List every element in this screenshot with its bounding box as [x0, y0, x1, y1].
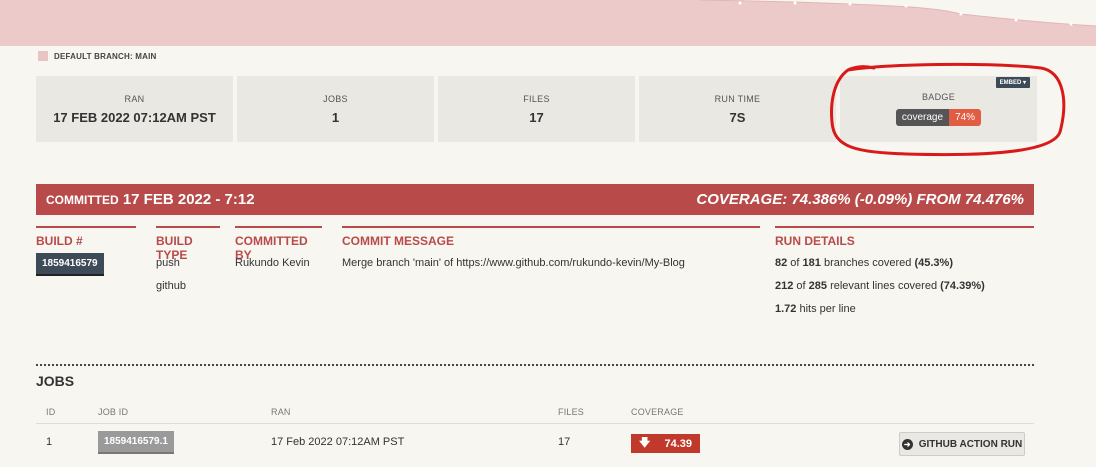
committer-name: Rukundo Kevin — [235, 257, 310, 269]
committed-by-col: COMMITTED BY Rukundo Kevin — [235, 226, 322, 275]
header-id: ID — [46, 407, 56, 417]
arrow-down-icon: 🡇 — [639, 437, 651, 449]
embed-dropdown-button[interactable]: EMBED ▾ — [995, 77, 1030, 88]
header-coverage: COVERAGE — [631, 407, 684, 417]
legend-swatch — [38, 51, 48, 61]
stat-run-time: RUN TIME 7S — [639, 76, 836, 142]
branch-legend: DEFAULT BRANCH: MAIN — [38, 51, 157, 61]
jobs-title: JOBS — [36, 373, 75, 389]
stat-badge: EMBED ▾ BADGE coverage 74% — [840, 76, 1037, 142]
stat-label: RAN — [124, 93, 145, 104]
commit-message-col: COMMIT MESSAGE Merge branch 'main' of ht… — [342, 226, 760, 275]
run-detail-branches: 82 of 181 branches covered (45.3%) — [775, 257, 953, 269]
job-coverage-value: 74.39 — [664, 437, 692, 450]
commit-label: COMMITTED — [46, 193, 119, 207]
coverage-badge[interactable]: coverage 74% — [895, 109, 982, 126]
embed-label: EMBED — [999, 80, 1022, 86]
stat-value: 1 — [331, 109, 340, 125]
table-header-divider — [36, 423, 1034, 424]
col-head: COMMITTED BY — [235, 226, 322, 262]
col-head: COMMIT MESSAGE — [342, 226, 760, 252]
github-action-run-button[interactable]: ➜ GITHUB ACTION RUN — [899, 432, 1025, 456]
commit-info: COMMITTED 17 FEB 2022 - 7:12 — [46, 191, 255, 208]
build-type-col: BUILD TYPE push github — [156, 226, 220, 298]
caret-down-icon: ▾ — [1022, 80, 1026, 86]
col-head: BUILD # — [36, 226, 136, 252]
col-head: BUILD TYPE — [156, 226, 220, 262]
stat-value: 17 — [529, 109, 544, 125]
stat-label: JOBS — [323, 93, 348, 104]
stat-files: FILES 17 — [438, 76, 635, 142]
build-number-pill[interactable]: 1859416579 — [36, 253, 104, 276]
stat-value: 7S — [729, 109, 746, 125]
badge-right: 74% — [949, 109, 982, 126]
header-files: FILES — [558, 407, 585, 417]
arrow-right-circle-icon: ➜ — [901, 438, 913, 450]
col-head: RUN DETAILS — [775, 226, 1034, 252]
stats-row: RAN 17 FEB 2022 07:12AM PST JOBS 1 FILES… — [36, 76, 1037, 142]
coverage-history-chart — [0, 0, 1096, 46]
commit-bar: COMMITTED 17 FEB 2022 - 7:12 COVERAGE: 7… — [36, 184, 1034, 215]
job-coverage-pill: 🡇 74.39 — [631, 434, 700, 453]
stat-label: RUN TIME — [714, 93, 761, 104]
run-details-col: RUN DETAILS 82 of 181 branches covered (… — [775, 226, 1034, 321]
job-id-pill[interactable]: 1859416579.1 — [98, 431, 174, 454]
section-divider — [36, 364, 1034, 366]
commit-message: Merge branch 'main' of https://www.githu… — [342, 257, 685, 269]
commit-date: 17 FEB 2022 - 7:12 — [122, 191, 255, 208]
build-type-2: github — [156, 280, 186, 292]
stat-value: 17 FEB 2022 07:12AM PST — [53, 109, 216, 125]
job-row-id: 1 — [46, 436, 53, 448]
action-label: GITHUB ACTION RUN — [918, 438, 1023, 450]
run-detail-lines: 212 of 285 relevant lines covered (74.39… — [775, 280, 985, 292]
stat-label: FILES — [523, 93, 550, 104]
job-row-files: 17 — [558, 436, 571, 448]
header-job-id: JOB ID — [98, 407, 129, 417]
job-row-ran: 17 Feb 2022 07:12AM PST — [271, 436, 405, 448]
stat-ran: RAN 17 FEB 2022 07:12AM PST — [36, 76, 233, 142]
commit-coverage: COVERAGE: 74.386% (-0.09%) FROM 74.476% — [696, 191, 1024, 208]
run-detail-hits: 1.72 hits per line — [775, 303, 856, 315]
stat-label: BADGE — [921, 92, 955, 102]
header-ran: RAN — [271, 407, 291, 417]
build-number-col: BUILD # 1859416579 — [36, 226, 136, 276]
build-type-1: push — [156, 257, 180, 269]
badge-left: coverage — [895, 109, 950, 126]
stat-jobs: JOBS 1 — [237, 76, 434, 142]
legend-label: DEFAULT BRANCH: MAIN — [54, 51, 157, 61]
